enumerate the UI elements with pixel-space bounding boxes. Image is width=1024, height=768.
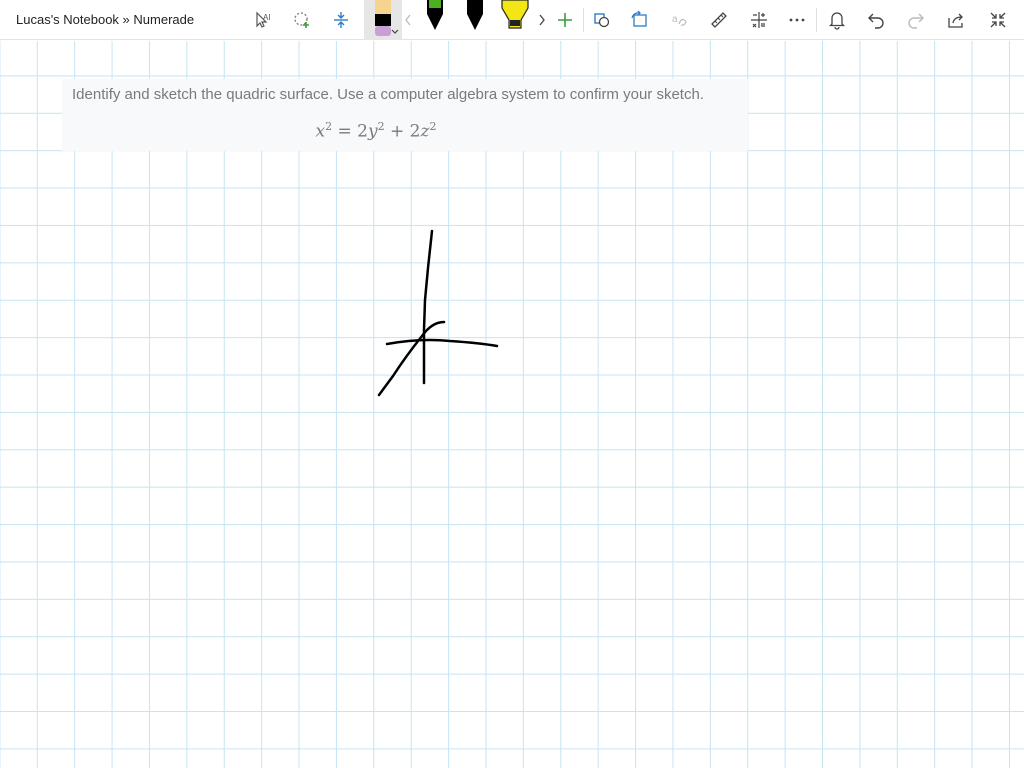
equation: x2 = 2y2 + 2z2 [0,120,752,142]
svg-text:a: a [672,14,678,25]
equation-lhs-base: x [315,121,326,142]
redo-icon[interactable] [902,6,930,34]
toolbar: Lucas's Notebook » Numerade AI a [0,0,1024,40]
scroll-left-icon[interactable] [398,6,418,34]
ruler-icon[interactable] [705,6,733,34]
scroll-right-icon[interactable] [532,6,552,34]
math-icon[interactable] [745,6,773,34]
pen-selected-tool[interactable] [364,0,402,40]
more-icon[interactable] [783,6,811,34]
ink-to-text-icon[interactable]: a [666,6,694,34]
breadcrumb[interactable]: Lucas's Notebook » Numerade [16,12,194,27]
add-space-icon[interactable] [288,6,316,34]
toolbar-divider [816,8,817,32]
toolbar-divider [583,8,584,32]
add-pen-icon[interactable] [551,6,579,34]
bell-icon[interactable] [823,6,851,34]
equation-t1-exp: 2 [377,120,385,133]
shapes-icon[interactable] [588,6,616,34]
equation-t2-exp: 2 [429,120,437,133]
pen-black-icon[interactable] [462,0,488,34]
share-icon[interactable] [942,6,970,34]
svg-text:AI: AI [263,13,271,22]
problem-text: Identify and sketch the quadric surface.… [72,86,704,103]
pen-green-icon[interactable] [422,0,448,34]
ink-to-shape-icon[interactable] [626,6,654,34]
collapse-icon[interactable] [984,6,1012,34]
undo-icon[interactable] [862,6,890,34]
insert-space-icon[interactable] [327,6,355,34]
equation-t1-base: y [368,121,378,142]
equation-eq: = 2 [332,121,368,142]
highlighter-yellow-icon[interactable] [500,0,530,34]
lasso-select-icon[interactable]: AI [248,6,276,34]
equation-plus: + 2 [384,121,421,142]
